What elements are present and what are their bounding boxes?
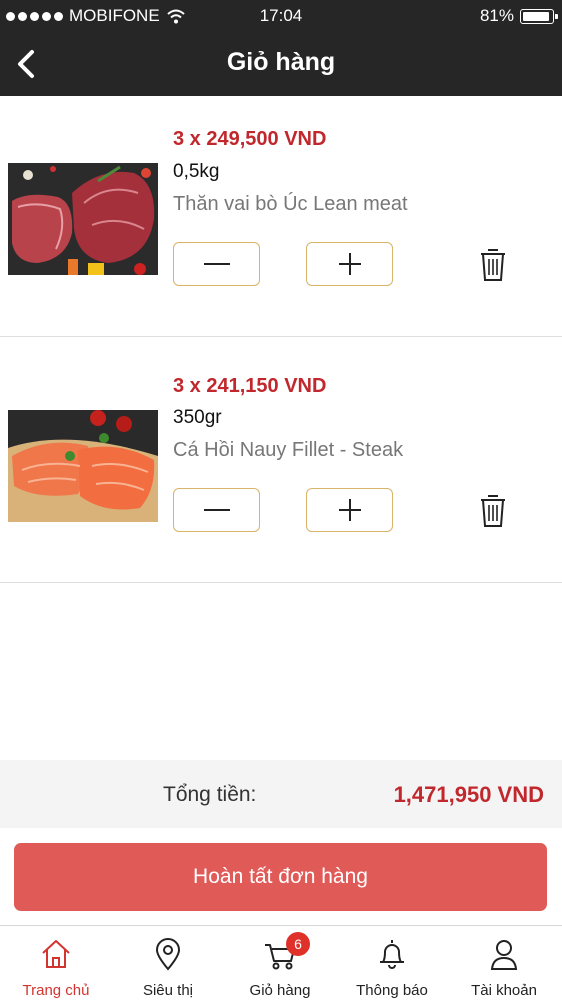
minus-icon bbox=[203, 263, 230, 265]
tab-notifications[interactable]: Thông báo bbox=[336, 926, 448, 1000]
battery-percent: 81% bbox=[479, 6, 514, 25]
tab-stores[interactable]: Siêu thị bbox=[112, 926, 224, 1000]
tab-label: Siêu thị bbox=[142, 982, 194, 999]
tab-label: Thông báo bbox=[356, 982, 428, 999]
bell-icon bbox=[380, 940, 404, 969]
tab-label: Tài khoản bbox=[471, 982, 537, 999]
trash-icon[interactable] bbox=[478, 492, 508, 528]
top-bar: MOBIFONE 17:04 81% Giỏ hàng bbox=[0, 0, 562, 96]
item-price: 3 x 241,150 VND bbox=[173, 375, 327, 397]
checkout-button[interactable]: Hoàn tất đơn hàng bbox=[14, 843, 547, 911]
status-right: 81% bbox=[479, 6, 558, 26]
tab-account[interactable]: Tài khoản bbox=[448, 926, 560, 1000]
status-bar: MOBIFONE 17:04 81% bbox=[0, 0, 562, 32]
cart-item: 3 x 249,500 VND 0,5kg Thăn vai bò Úc Lea… bbox=[0, 96, 562, 337]
product-image-beef bbox=[8, 163, 158, 275]
status-time: 17:04 bbox=[259, 6, 303, 25]
location-pin-icon bbox=[155, 938, 181, 971]
minus-icon bbox=[203, 509, 230, 511]
tab-label: Giỏ hàng bbox=[249, 982, 311, 999]
plus-icon bbox=[338, 499, 361, 521]
bottom-tab-bar: Trang chủ Siêu thị 6 Giỏ hàng Thông báo … bbox=[0, 925, 562, 1000]
tab-home[interactable]: Trang chủ bbox=[0, 926, 112, 1000]
decrease-quantity-button[interactable] bbox=[173, 242, 260, 286]
increase-quantity-button[interactable] bbox=[306, 488, 393, 532]
item-price: 3 x 249,500 VND bbox=[173, 128, 327, 150]
item-name: Cá Hồi Nauy Fillet - Steak bbox=[173, 439, 404, 461]
item-name: Thăn vai bò Úc Lean meat bbox=[173, 193, 408, 215]
decrease-quantity-button[interactable] bbox=[173, 488, 260, 532]
page-title: Giỏ hàng bbox=[226, 48, 336, 76]
increase-quantity-button[interactable] bbox=[306, 242, 393, 286]
battery-icon bbox=[520, 8, 558, 24]
total-label: Tổng tiền: bbox=[163, 783, 257, 806]
tab-cart[interactable]: 6 Giỏ hàng bbox=[224, 926, 336, 1000]
cart-count-badge: 6 bbox=[286, 932, 310, 956]
item-weight: 350gr bbox=[173, 407, 222, 428]
product-image-salmon bbox=[8, 410, 158, 522]
cart-item: 3 x 241,150 VND 350gr Cá Hồi Nauy Fillet… bbox=[0, 337, 562, 583]
plus-icon bbox=[338, 253, 361, 275]
total-value: 1,471,950 VND bbox=[393, 782, 544, 807]
user-icon bbox=[490, 940, 518, 970]
home-icon bbox=[42, 940, 70, 968]
order-total: Tổng tiền: 1,471,950 VND bbox=[0, 760, 562, 828]
item-weight: 0,5kg bbox=[173, 161, 220, 182]
nav-bar: Giỏ hàng bbox=[0, 32, 562, 96]
trash-icon[interactable] bbox=[478, 246, 508, 282]
tab-label: Trang chủ bbox=[22, 982, 90, 999]
